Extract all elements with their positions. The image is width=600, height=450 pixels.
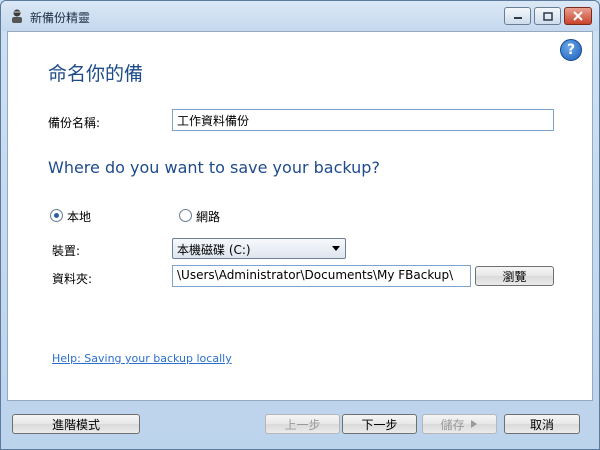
wizard-window: 新備份精靈 ? 命名你的備 備份名稱: 工作資料備份 Where do you … bbox=[0, 0, 600, 450]
wizard-icon bbox=[12, 9, 22, 23]
network-radio[interactable] bbox=[179, 209, 192, 222]
close-button[interactable] bbox=[564, 7, 592, 25]
wizard-footer: 進階模式 上一步 下一步 儲存 取消 bbox=[1, 401, 599, 449]
close-icon bbox=[573, 11, 583, 21]
window-title: 新備份精靈 bbox=[30, 11, 91, 25]
device-select-value: 本機磁碟 (C:) bbox=[177, 243, 251, 257]
back-button[interactable]: 上一步 bbox=[265, 414, 340, 434]
save-button-label: 儲存 bbox=[440, 417, 465, 432]
backup-name-label: 備份名稱: bbox=[48, 116, 101, 130]
backup-name-input[interactable]: 工作資料備份 bbox=[172, 109, 554, 131]
local-radio[interactable] bbox=[50, 209, 63, 222]
folder-path-input[interactable]: \Users\Administrator\Documents\My FBacku… bbox=[172, 265, 471, 287]
folder-label: 資料夾: bbox=[52, 272, 93, 286]
next-button[interactable]: 下一步 bbox=[342, 414, 417, 434]
page-title: 命名你的備 bbox=[48, 63, 144, 85]
device-label: 裝置: bbox=[52, 244, 81, 258]
network-radio-label[interactable]: 網路 bbox=[196, 208, 220, 225]
advanced-mode-button[interactable]: 進階模式 bbox=[12, 414, 140, 434]
minimize-icon bbox=[513, 17, 522, 19]
minimize-button[interactable] bbox=[504, 7, 531, 25]
wizard-page: ? 命名你的備 備份名稱: 工作資料備份 Where do you want t… bbox=[7, 31, 593, 401]
cancel-button[interactable]: 取消 bbox=[504, 414, 580, 434]
save-button[interactable]: 儲存 bbox=[422, 414, 497, 434]
maximize-icon bbox=[542, 11, 553, 21]
maximize-button[interactable] bbox=[534, 7, 561, 25]
help-link[interactable]: Help: Saving your backup locally bbox=[52, 352, 232, 365]
dropdown-arrow-icon bbox=[332, 246, 340, 251]
play-arrow-icon bbox=[470, 420, 477, 428]
device-select[interactable]: 本機磁碟 (C:) bbox=[172, 238, 346, 259]
help-icon[interactable]: ? bbox=[560, 39, 582, 61]
local-radio-label[interactable]: 本地 bbox=[67, 208, 91, 225]
title-bar[interactable]: 新備份精靈 bbox=[1, 1, 599, 31]
save-location-heading: Where do you want to save your backup? bbox=[48, 158, 380, 177]
browse-button[interactable]: 瀏覽 bbox=[475, 266, 554, 286]
